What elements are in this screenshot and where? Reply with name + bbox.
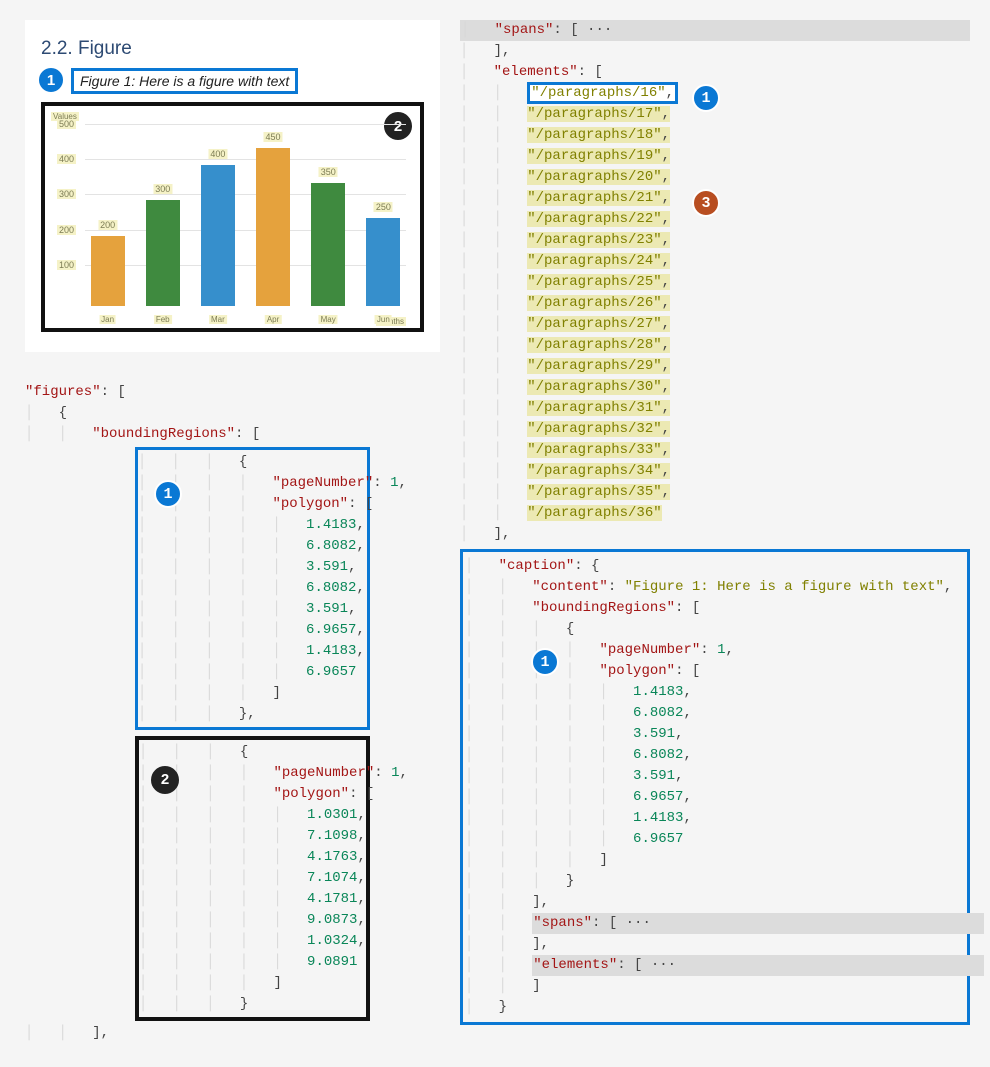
bar-value-label: 350	[319, 167, 338, 177]
json-elements-caption-block: │ "spans": [ ··· │ ], │ "elements": [ │ …	[460, 20, 970, 1025]
element-path: "/paragraphs/30",	[527, 379, 670, 395]
left-column: 2.2. Figure 1 Figure 1: Here is a figure…	[25, 20, 440, 1044]
chart-bar: 400Mar	[201, 165, 235, 306]
figure-caption-highlight: Figure 1: Here is a figure with text	[71, 68, 298, 94]
annotation-badge-1: 1	[154, 480, 182, 508]
bar-value-label: 450	[264, 132, 283, 142]
bar-category-label: Apr	[265, 315, 281, 324]
annotation-badge-3: 3	[692, 189, 720, 217]
bounding-region-2-box: 2│ │ │ { │ │ │ │ "pageNumber": 1, │ │ │ …	[135, 736, 370, 1021]
bar-value-label: 300	[153, 184, 172, 194]
chart-bar: 450Apr	[256, 148, 290, 306]
caption-spans-collapsed[interactable]: "spans": [ ···	[532, 913, 984, 934]
caption-elements-collapsed[interactable]: "elements": [ ···	[532, 955, 984, 976]
element-path: "/paragraphs/24",	[527, 253, 670, 269]
element-path: "/paragraphs/20",	[527, 169, 670, 185]
bar-value-label: 200	[98, 220, 117, 230]
element-path: "/paragraphs/32",	[527, 421, 670, 437]
y-tick-label: 500	[57, 119, 76, 129]
bar-category-label: May	[319, 315, 338, 324]
element-path: "/paragraphs/26",	[527, 295, 670, 311]
element-path: "/paragraphs/31",	[527, 400, 670, 416]
y-tick-label: 300	[57, 189, 76, 199]
bar-value-label: 400	[208, 149, 227, 159]
chart-bar: 300Feb	[146, 200, 180, 306]
element-path: "/paragraphs/33",	[527, 442, 670, 458]
annotation-badge-2: 2	[151, 766, 179, 794]
annotation-badge-1: 1	[531, 648, 559, 676]
element-path: "/paragraphs/21",	[527, 190, 670, 206]
json-figures-block: "figures": [ │ { │ │ "boundingRegions": …	[25, 382, 440, 1044]
bar-category-label: Feb	[154, 315, 172, 324]
chart-bar: 250Jun	[366, 218, 400, 306]
element-path: "/paragraphs/22",	[527, 211, 670, 227]
element-path: "/paragraphs/17",	[527, 106, 670, 122]
bounding-region-1-box: 1│ │ │ { │ │ │ │ "pageNumber": 1, │ │ │ …	[135, 447, 370, 730]
annotation-badge-1: 1	[37, 66, 65, 94]
element-path: "/paragraphs/28",	[527, 337, 670, 353]
element-path-first: "/paragraphs/16",	[527, 82, 678, 104]
element-path: "/paragraphs/27",	[527, 316, 670, 332]
element-path: "/paragraphs/29",	[527, 358, 670, 374]
chart-bars: 200Jan 300Feb 400Mar 450Apr 350May 250Jun	[85, 124, 406, 306]
element-path: "/paragraphs/18",	[527, 127, 670, 143]
y-tick-label: 100	[57, 260, 76, 270]
spans-collapsed[interactable]: │ "spans": [ ···	[460, 20, 970, 41]
y-tick-label: 400	[57, 154, 76, 164]
chart-bounding-box: 2 3 Values Months 100200300400500 200Jan…	[41, 102, 424, 332]
bar-category-label: Mar	[209, 315, 227, 324]
element-path: "/paragraphs/25",	[527, 274, 670, 290]
element-path: "/paragraphs/19",	[527, 148, 670, 164]
bar-value-label: 250	[374, 202, 393, 212]
caption-json-box: 1│ "caption": { │ │ "content": "Figure 1…	[460, 549, 970, 1025]
element-path: "/paragraphs/35",	[527, 484, 670, 500]
y-tick-label: 200	[57, 225, 76, 235]
annotation-badge-1: 1	[692, 84, 720, 112]
element-path: "/paragraphs/23",	[527, 232, 670, 248]
section-heading: 2.2. Figure	[41, 38, 424, 60]
element-path: "/paragraphs/34",	[527, 463, 670, 479]
element-path: "/paragraphs/36"	[527, 505, 661, 521]
right-column: │ "spans": [ ··· │ ], │ "elements": [ │ …	[460, 20, 970, 1044]
bar-category-label: Jan	[99, 315, 116, 324]
chart-bar: 200Jan	[91, 236, 125, 306]
bar-category-label: Jun	[375, 315, 392, 324]
chart-bar: 350May	[311, 183, 345, 306]
figure-document-preview: 2.2. Figure 1 Figure 1: Here is a figure…	[25, 20, 440, 352]
